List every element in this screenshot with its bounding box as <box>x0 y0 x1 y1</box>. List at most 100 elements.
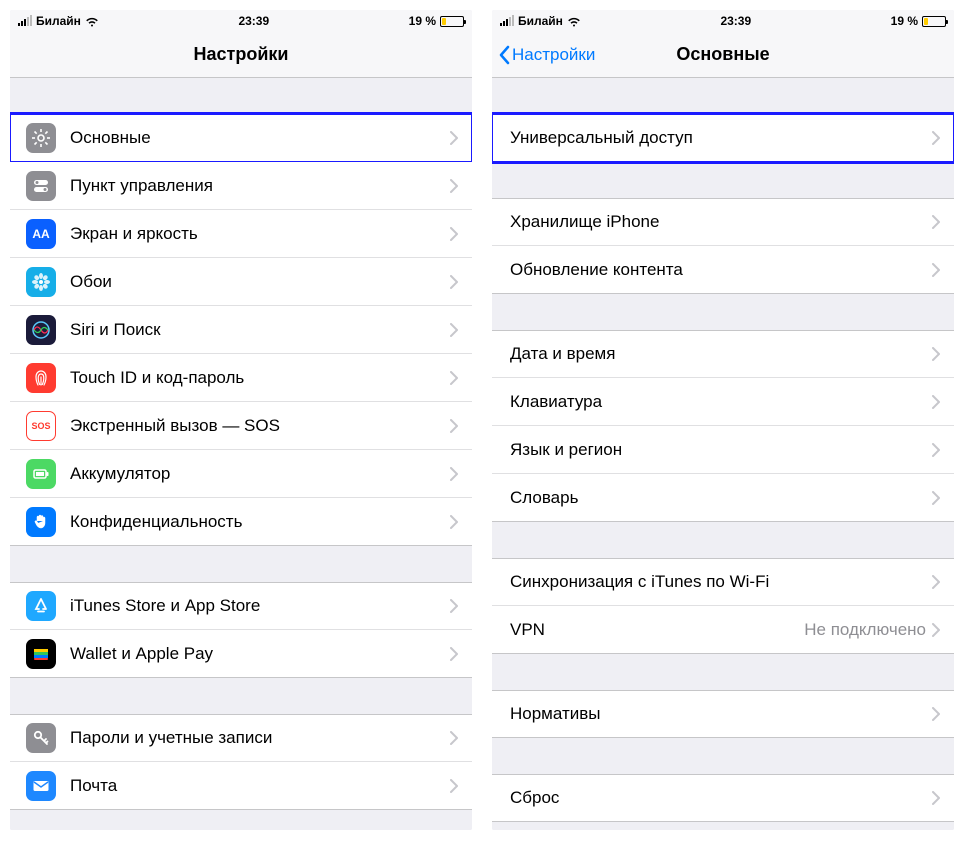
spacer <box>492 738 954 774</box>
phone-general: Билайн 23:39 19 % Настройки Основные Уни… <box>492 10 954 830</box>
spacer <box>492 654 954 690</box>
row-label: Экстренный вызов — SOS <box>70 416 450 436</box>
row-display[interactable]: AA Экран и яркость <box>10 210 472 258</box>
row-passwords[interactable]: Пароли и учетные записи <box>10 714 472 762</box>
battery-pct: 19 % <box>409 14 436 28</box>
row-wallet[interactable]: Wallet и Apple Pay <box>10 630 472 678</box>
row-label: Экран и яркость <box>70 224 450 244</box>
row-label: Словарь <box>510 488 932 508</box>
phone-settings: Билайн 23:39 19 % Настройки Основные Пун… <box>10 10 472 830</box>
signal-icon <box>500 16 514 26</box>
status-bar: Билайн 23:39 19 % <box>10 10 472 32</box>
status-right: 19 % <box>409 14 464 28</box>
row-language[interactable]: Язык и регион <box>492 426 954 474</box>
row-privacy[interactable]: Конфиденциальность <box>10 498 472 546</box>
row-wallpaper[interactable]: Обои <box>10 258 472 306</box>
row-label: Пароли и учетные записи <box>70 728 450 748</box>
row-label: Дата и время <box>510 344 932 364</box>
row-label: Язык и регион <box>510 440 932 460</box>
privacy-icon <box>26 507 56 537</box>
row-datetime[interactable]: Дата и время <box>492 330 954 378</box>
general-icon <box>26 123 56 153</box>
spacer <box>492 822 954 830</box>
row-battery[interactable]: Аккумулятор <box>10 450 472 498</box>
status-time: 23:39 <box>238 14 269 28</box>
row-itunes-wifi[interactable]: Синхронизация с iTunes по Wi-Fi <box>492 558 954 606</box>
row-siri[interactable]: Siri и Поиск <box>10 306 472 354</box>
back-button[interactable]: Настройки <box>498 32 595 77</box>
row-label: VPN <box>510 620 804 640</box>
row-appstore[interactable]: iTunes Store и App Store <box>10 582 472 630</box>
row-label: Siri и Поиск <box>70 320 450 340</box>
spacer <box>492 522 954 558</box>
status-time: 23:39 <box>720 14 751 28</box>
row-mail[interactable]: Почта <box>10 762 472 810</box>
row-label: Пункт управления <box>70 176 450 196</box>
row-general[interactable]: Основные <box>10 114 472 162</box>
signal-icon <box>18 16 32 26</box>
row-label: Wallet и Apple Pay <box>70 644 450 664</box>
spacer <box>492 162 954 198</box>
row-reset[interactable]: Сброс <box>492 774 954 822</box>
touchid-icon <box>26 363 56 393</box>
carrier-label: Билайн <box>518 14 563 28</box>
status-bar: Билайн 23:39 19 % <box>492 10 954 32</box>
spacer <box>492 294 954 330</box>
mail-icon <box>26 771 56 801</box>
siri-icon <box>26 315 56 345</box>
row-refresh[interactable]: Обновление контента <box>492 246 954 294</box>
row-label: Аккумулятор <box>70 464 450 484</box>
row-label: Обновление контента <box>510 260 932 280</box>
row-label: Универсальный доступ <box>510 128 932 148</box>
spacer <box>10 810 472 830</box>
row-storage[interactable]: Хранилище iPhone <box>492 198 954 246</box>
row-label: Хранилище iPhone <box>510 212 932 232</box>
row-dictionary[interactable]: Словарь <box>492 474 954 522</box>
row-label: Основные <box>70 128 450 148</box>
nav-header: Настройки Основные <box>492 32 954 78</box>
carrier-label: Билайн <box>36 14 81 28</box>
wifi-icon <box>85 16 99 27</box>
nav-header: Настройки <box>10 32 472 78</box>
row-label: Нормативы <box>510 704 932 724</box>
row-detail: Не подключено <box>804 620 926 640</box>
row-touchid[interactable]: Touch ID и код-пароль <box>10 354 472 402</box>
display-icon: AA <box>26 219 56 249</box>
spacer <box>10 546 472 582</box>
spacer <box>10 78 472 114</box>
row-accessibility[interactable]: Универсальный доступ <box>492 114 954 162</box>
wallpaper-icon <box>26 267 56 297</box>
general-list: Универсальный доступ Хранилище iPhone Об… <box>492 78 954 830</box>
status-left: Билайн <box>500 14 581 28</box>
battery-pct: 19 % <box>891 14 918 28</box>
status-right: 19 % <box>891 14 946 28</box>
row-keyboard[interactable]: Клавиатура <box>492 378 954 426</box>
row-label: Конфиденциальность <box>70 512 450 532</box>
control-icon <box>26 171 56 201</box>
sos-icon: SOS <box>26 411 56 441</box>
back-label: Настройки <box>512 45 595 65</box>
appstore-icon <box>26 591 56 621</box>
row-label: Почта <box>70 776 450 796</box>
status-left: Билайн <box>18 14 99 28</box>
page-title: Настройки <box>194 44 289 65</box>
page-title: Основные <box>676 44 769 65</box>
row-vpn[interactable]: VPN Не подключено <box>492 606 954 654</box>
battery-icon <box>26 459 56 489</box>
row-sos[interactable]: SOS Экстренный вызов — SOS <box>10 402 472 450</box>
battery-icon <box>922 16 946 27</box>
row-regulatory[interactable]: Нормативы <box>492 690 954 738</box>
passwords-icon <box>26 723 56 753</box>
settings-list: Основные Пункт управления AA Экран и ярк… <box>10 78 472 830</box>
row-label: Touch ID и код-пароль <box>70 368 450 388</box>
row-label: Синхронизация с iTunes по Wi-Fi <box>510 572 932 592</box>
row-label: Сброс <box>510 788 932 808</box>
row-label: Клавиатура <box>510 392 932 412</box>
spacer <box>10 678 472 714</box>
battery-icon <box>440 16 464 27</box>
wallet-icon <box>26 639 56 669</box>
row-label: Обои <box>70 272 450 292</box>
spacer <box>492 78 954 114</box>
row-control[interactable]: Пункт управления <box>10 162 472 210</box>
row-label: iTunes Store и App Store <box>70 596 450 616</box>
